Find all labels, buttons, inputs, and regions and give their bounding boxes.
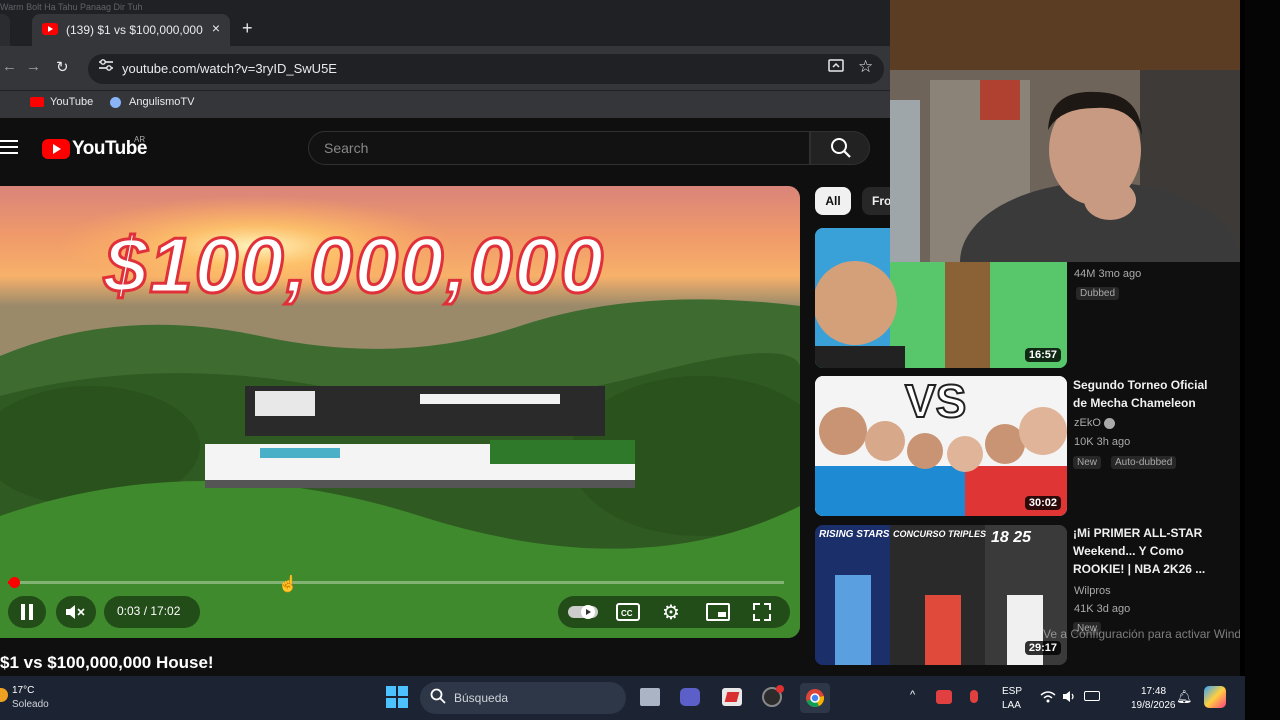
pause-icon[interactable] <box>19 603 35 626</box>
region-code: AR <box>134 135 146 144</box>
rec-duration-3: 29:17 <box>1024 641 1061 655</box>
rec-badge-2b: Auto-dubbed <box>1111 456 1177 469</box>
taskbar-search-input[interactable] <box>420 682 626 714</box>
url-text[interactable]: youtube.com/watch?v=3ryID_SwU5E <box>122 61 337 76</box>
rec-thumb-label-3a: RISING STARS <box>819 529 890 540</box>
active-tab[interactable]: (139) $1 vs $100,000,000 House! × <box>32 14 230 46</box>
progress-track[interactable] <box>8 581 784 584</box>
copilot-icon[interactable] <box>1204 686 1226 708</box>
rec-meta-1: 44M 3mo ago <box>1074 268 1142 280</box>
teams-icon[interactable] <box>680 688 700 706</box>
volume-icon[interactable] <box>1062 690 1078 708</box>
time-display: 0:03 / 17:02 <box>117 604 181 618</box>
rec-badge-1a: Dubbed <box>1076 287 1120 300</box>
youtube-logo-icon[interactable] <box>42 139 70 159</box>
rec-badge-2a: New <box>1073 456 1102 469</box>
site-info-icon[interactable] <box>98 58 114 75</box>
rec-title-2[interactable]: Segundo Torneo Oficial de Mecha Chameleo… <box>1073 376 1213 412</box>
rec-thumbnail-3[interactable]: RISING STARS CONCURSO TRIPLES 18 25 29:1… <box>815 525 1067 665</box>
new-tab-button[interactable]: + <box>242 18 253 39</box>
microphone-icon[interactable] <box>970 690 978 703</box>
rec-thumb-label-3c: 18 25 <box>991 529 1032 546</box>
bookmark-star-icon[interactable]: ☆ <box>858 57 873 77</box>
search-button[interactable] <box>810 131 870 165</box>
miniplayer-icon[interactable] <box>706 603 730 626</box>
settings-gear-icon[interactable]: ⚙ <box>662 600 680 625</box>
tab-title: (139) $1 vs $100,000,000 House! <box>66 23 206 37</box>
search-input[interactable] <box>308 131 810 165</box>
language-indicator[interactable]: ESP <box>1002 686 1022 697</box>
rec-title-3[interactable]: ¡Mi PRIMER ALL-STAR Weekend... Y Como RO… <box>1073 524 1213 578</box>
close-tab-icon[interactable]: × <box>212 20 220 36</box>
windows-start-icon[interactable] <box>386 686 408 713</box>
rec-thumbnail-2[interactable]: VS 30:02 <box>815 376 1067 516</box>
rec-thumb-label-3b: CONCURSO TRIPLES <box>893 529 987 539</box>
faint-window-caption: Warm Bolt Ha Tahu Panaag Dir Tuh <box>0 2 143 12</box>
cast-icon[interactable] <box>828 59 844 77</box>
search-placeholder: Search <box>324 140 369 156</box>
task-view-icon[interactable] <box>640 688 660 706</box>
wifi-icon[interactable] <box>1040 690 1056 708</box>
webcam-overlay <box>890 0 1240 262</box>
progress-scrubber[interactable] <box>9 577 20 588</box>
video-overlay-price-text: $100,000,000 <box>102 220 606 311</box>
forward-button[interactable]: → <box>26 58 41 75</box>
obs-icon[interactable] <box>762 685 784 707</box>
weather-temperature[interactable]: 17°C <box>12 685 34 696</box>
tray-chevron-icon[interactable]: ^ <box>910 689 915 701</box>
reload-button[interactable]: ↻ <box>56 58 69 76</box>
rec-thumb-text-2: VS <box>904 376 967 428</box>
clock-time[interactable]: 17:48 <box>1141 686 1166 697</box>
battery-icon[interactable] <box>1084 691 1100 701</box>
keyboard-layout-indicator[interactable]: LAA <box>1002 700 1021 711</box>
chip-all[interactable]: All <box>815 187 851 215</box>
screen-edge-strip-inner <box>1245 0 1280 720</box>
rec-channel-3[interactable]: Wilpros <box>1074 585 1111 597</box>
chrome-taskbar-button[interactable] <box>800 683 830 713</box>
muted-volume-icon[interactable] <box>65 603 87 626</box>
windows-activation-watermark: Ve a Configuración para activar Windows. <box>1043 627 1266 641</box>
chrome-icon <box>806 689 825 708</box>
fullscreen-icon[interactable] <box>752 602 772 627</box>
video-title[interactable]: $1 vs $100,000,000 House! <box>0 653 214 673</box>
youtube-favicon-icon <box>42 23 58 35</box>
youtube-icon <box>30 97 44 107</box>
captions-icon[interactable]: CC <box>616 603 640 626</box>
mouse-cursor-icon: ☝ <box>278 576 298 593</box>
taskbar-search-icon <box>430 688 446 709</box>
rec-meta-3: 41K 3d ago <box>1074 603 1131 615</box>
rec-duration-1: 16:57 <box>1024 348 1061 362</box>
weather-description[interactable]: Soleado <box>12 699 49 710</box>
menu-icon[interactable] <box>0 140 18 158</box>
clock-date[interactable]: 19/8/2026 <box>1131 700 1176 711</box>
search-icon <box>831 138 851 158</box>
verified-icon <box>1104 418 1115 429</box>
rec-duration-2: 30:02 <box>1024 496 1061 510</box>
notifications-bell-icon[interactable]: 🔔︎ <box>1176 689 1193 705</box>
taskbar-search-placeholder: Búsqueda <box>454 691 509 705</box>
previous-tab[interactable] <box>0 14 10 46</box>
back-button[interactable]: ← <box>2 58 17 75</box>
rec-channel-2[interactable]: zEkO <box>1074 417 1101 429</box>
bookmark-youtube[interactable]: YouTube <box>50 96 93 108</box>
autoplay-toggle-icon[interactable] <box>568 604 598 625</box>
rec-meta-2: 10K 3h ago <box>1074 436 1131 448</box>
app-icon[interactable] <box>722 688 742 706</box>
globe-icon <box>110 97 121 108</box>
tray-app-icon[interactable] <box>936 690 952 704</box>
svg-text:CC: CC <box>621 609 633 618</box>
bookmark-angulismotv[interactable]: AngulismoTV <box>129 96 194 108</box>
